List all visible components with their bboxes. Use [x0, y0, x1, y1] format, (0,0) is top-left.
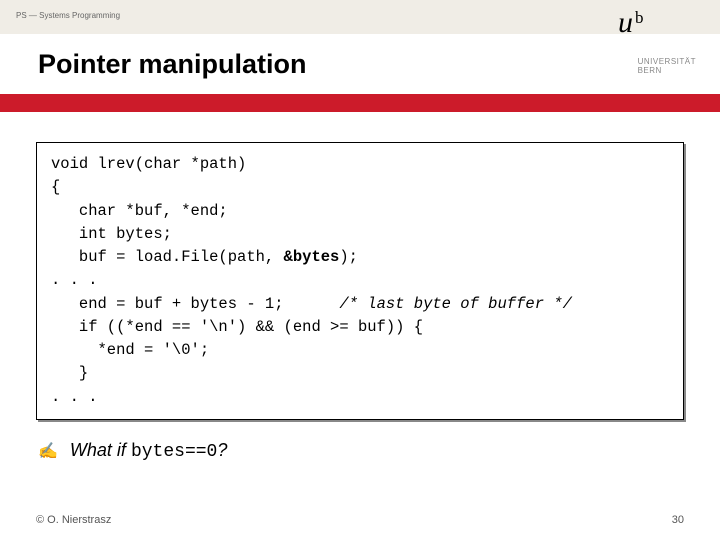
- page-title: Pointer manipulation: [38, 49, 307, 80]
- code-line-1: void lrev(char *path): [51, 155, 246, 173]
- question-code: bytes==0: [131, 442, 217, 462]
- code-line-7a: end = buf + bytes - 1;: [51, 295, 339, 313]
- code-comment: /* last byte of buffer */: [339, 295, 572, 313]
- code-line-2: {: [51, 178, 60, 196]
- code-line-8: if ((*end == '\n') && (end >= buf)) {: [51, 318, 423, 336]
- code-line-5c: );: [339, 248, 358, 266]
- content-area: void lrev(char *path) { char *buf, *end;…: [0, 112, 720, 462]
- question-suffix: ?: [217, 440, 227, 460]
- page-number: 30: [672, 514, 684, 526]
- code-line-4: int bytes;: [51, 225, 172, 243]
- code-line-11: . . .: [51, 388, 98, 406]
- code-listing: void lrev(char *path) { char *buf, *end;…: [36, 142, 684, 420]
- code-line-3: char *buf, *end;: [51, 202, 228, 220]
- code-line-9: *end = '\0';: [51, 341, 209, 359]
- code-line-5-bold: &bytes: [284, 248, 340, 266]
- logo-letter-b: b: [635, 9, 644, 26]
- course-label: PS — Systems Programming: [16, 11, 120, 20]
- code-line-10: }: [51, 364, 88, 382]
- footer: © O. Nierstrasz 30: [36, 514, 684, 526]
- question-text: What if bytes==0?: [70, 440, 227, 462]
- question-row: ✍ What if bytes==0?: [36, 440, 684, 462]
- university-name: UNIVERSITÄT BERN: [638, 58, 696, 76]
- red-band: [0, 94, 720, 112]
- copyright: © O. Nierstrasz: [36, 514, 111, 526]
- code-line-5a: buf = load.File(path,: [51, 248, 284, 266]
- code-line-6: . . .: [51, 271, 98, 289]
- title-row: Pointer manipulation: [0, 34, 720, 94]
- uni-line-2: BERN: [638, 67, 696, 76]
- question-prefix: What if: [70, 440, 131, 460]
- pointing-hand-icon: ✍: [38, 441, 58, 461]
